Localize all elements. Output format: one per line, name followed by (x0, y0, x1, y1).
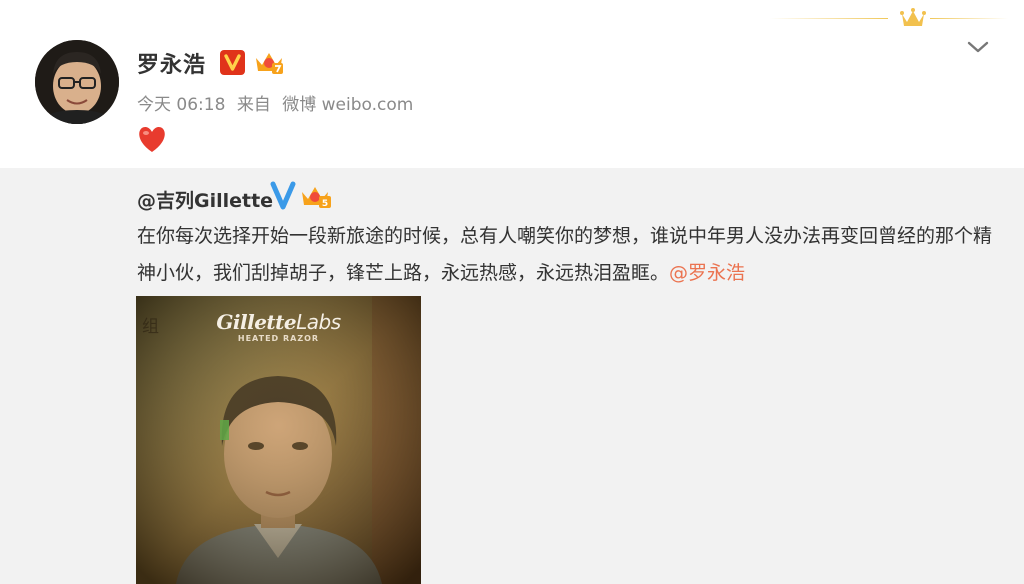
post-time[interactable]: 今天 06:18 (137, 95, 225, 115)
repost-text: 在你每次选择开始一段新旅途的时候，总有人嘲笑你的梦想，谁说中年男人没办法再变回曾… (137, 218, 992, 292)
brand-subtitle: HEATED RAZOR (237, 334, 320, 343)
decor-crown-icon (900, 8, 926, 26)
post-source[interactable]: 微博 weibo.com (282, 95, 413, 115)
crown-level-icon: 5 (302, 187, 331, 209)
brand-suffix: Labs (296, 310, 341, 334)
mention-link[interactable]: @罗永浩 (669, 262, 745, 284)
avatar-image (35, 40, 119, 124)
repost-image[interactable]: 组 GilletteLabs HEATED RAZOR (136, 296, 421, 584)
chevron-down-icon[interactable] (963, 36, 993, 58)
crown-level-icon (256, 53, 283, 74)
gillette-logo: GilletteLabs (136, 310, 421, 334)
heart-icon (139, 126, 165, 152)
post-card: 罗永浩 今天 06:18 来自 微博 weibo.com (0, 0, 1024, 168)
decor-line (770, 18, 888, 19)
repost-body: 在你每次选择开始一段新旅途的时候，总有人嘲笑你的梦想，谁说中年男人没办法再变回曾… (137, 225, 993, 284)
post-meta: 今天 06:18 来自 微博 weibo.com (137, 90, 419, 115)
brand-name: Gillette (216, 310, 297, 334)
svg-text:5: 5 (322, 199, 328, 209)
username[interactable]: 罗永浩 (137, 47, 206, 79)
source-prefix: 来自 (236, 95, 271, 115)
blue-verified-icon (270, 181, 296, 210)
decor-line (930, 18, 1008, 19)
repost-card[interactable]: @吉列Gillette 5 在你每次选择开始一段新旅途的时候，总有人嘲笑你的梦想… (0, 168, 1024, 584)
repost-username[interactable]: @吉列Gillette (137, 186, 273, 213)
vip-verified-icon (220, 50, 245, 75)
avatar[interactable] (35, 40, 119, 124)
